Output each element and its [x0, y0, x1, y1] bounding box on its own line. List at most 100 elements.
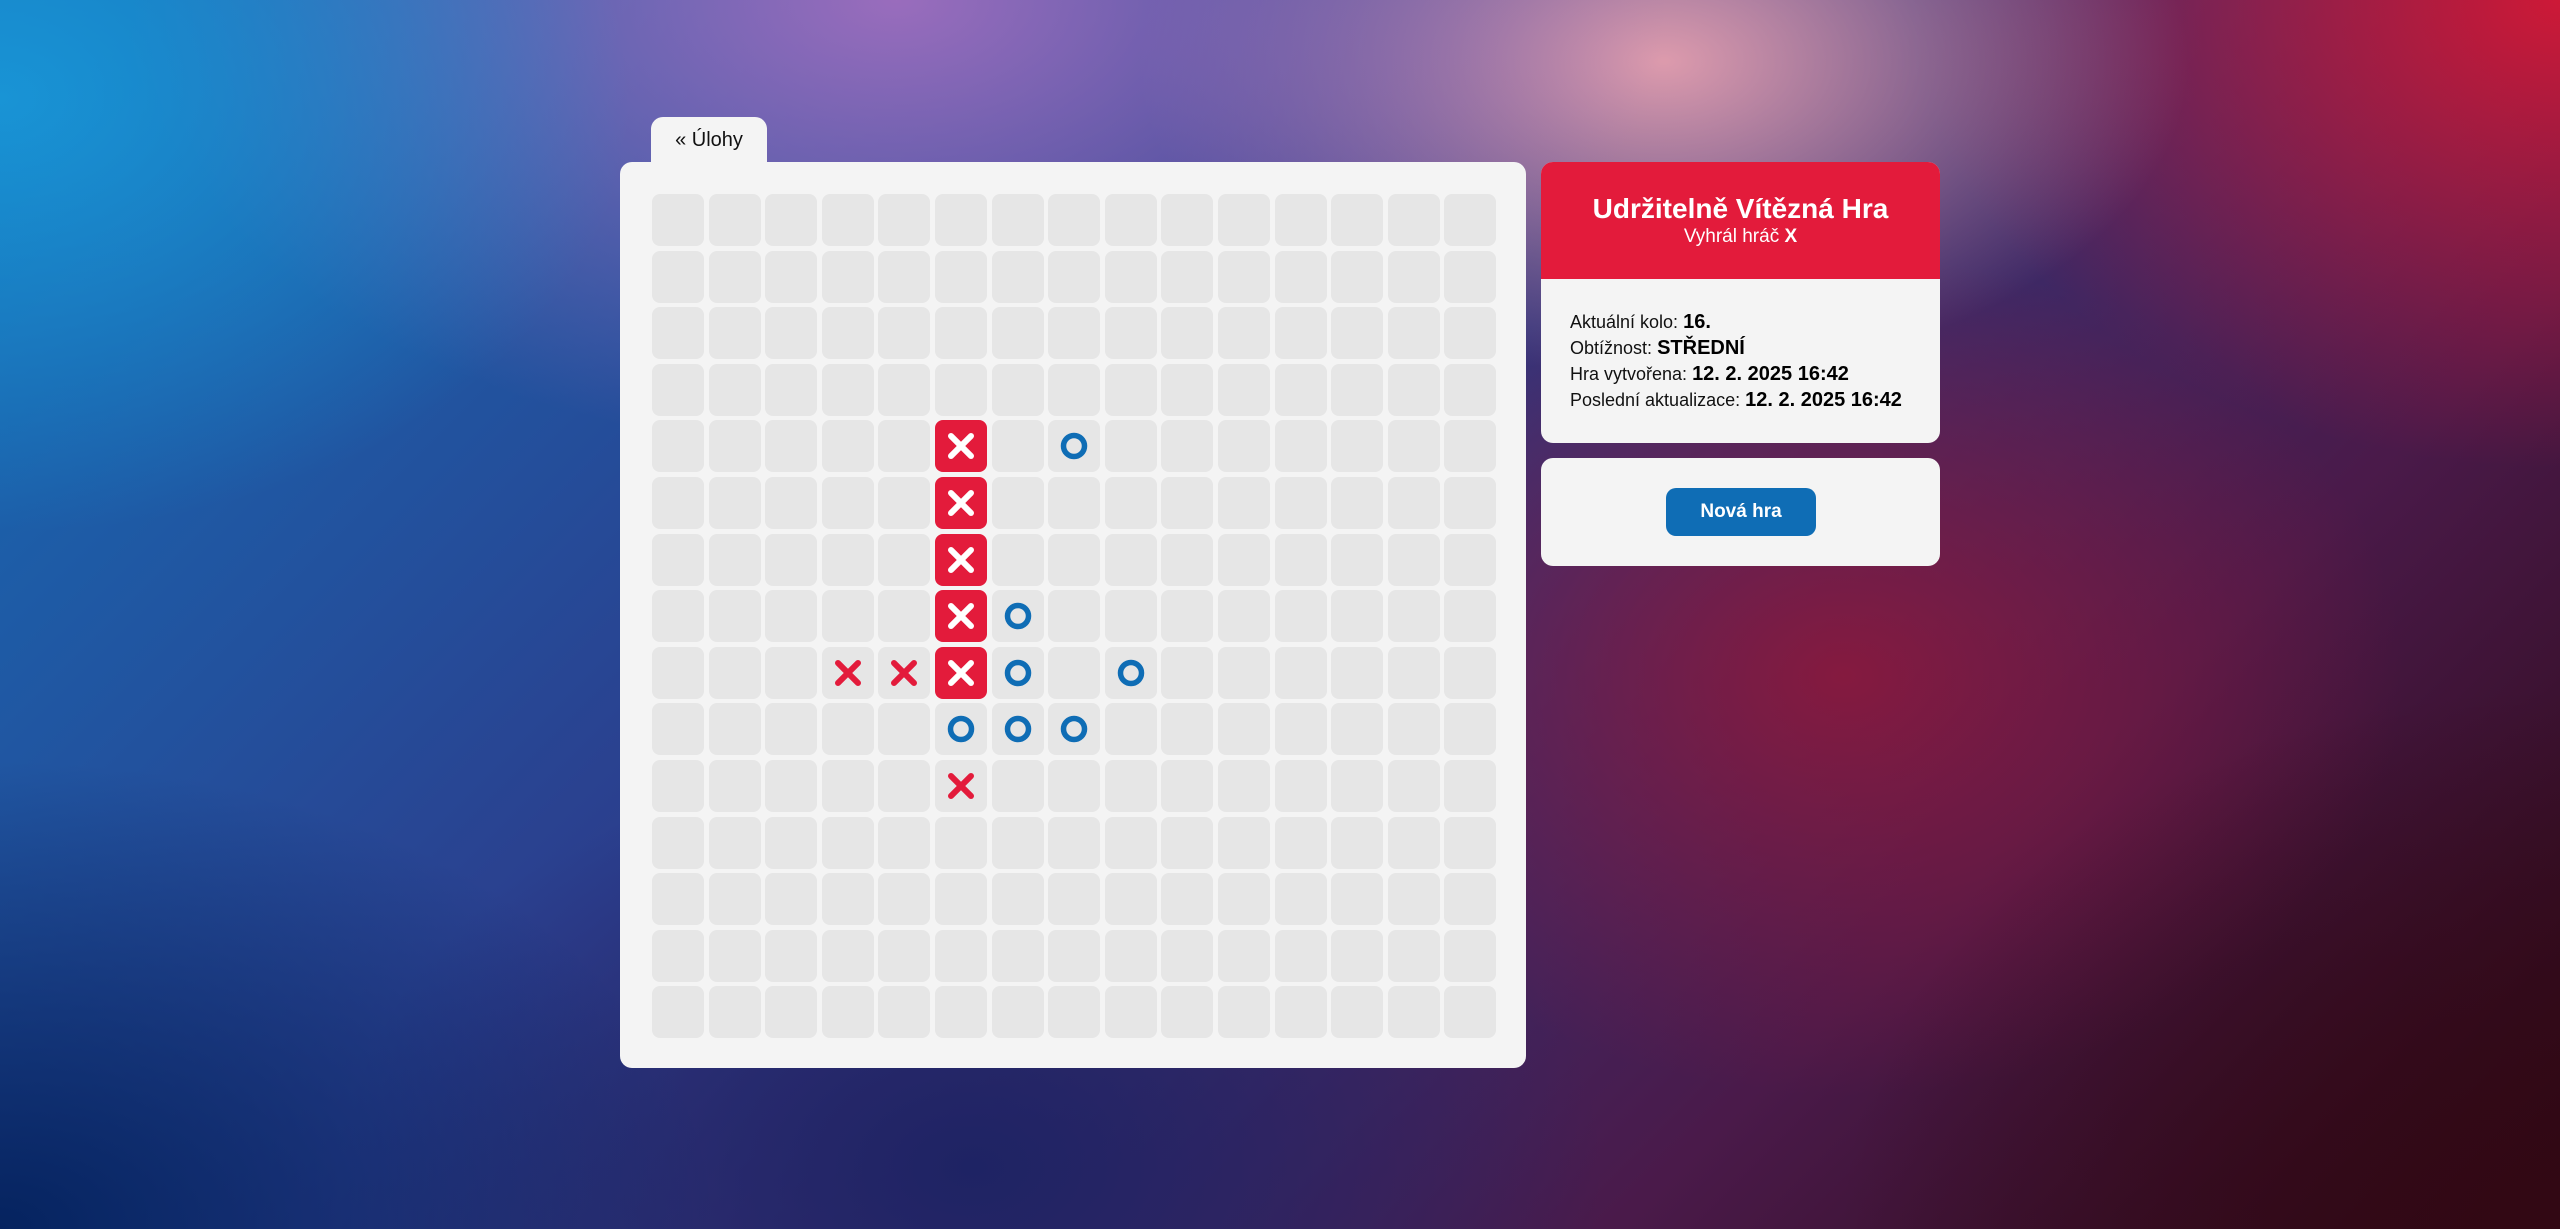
board-cell[interactable]: [1444, 420, 1496, 472]
board-cell[interactable]: [1444, 986, 1496, 1038]
board-cell[interactable]: [1218, 251, 1270, 303]
board-cell[interactable]: [1444, 251, 1496, 303]
board-cell[interactable]: [652, 873, 704, 925]
board-cell[interactable]: [1388, 930, 1440, 982]
board-cell[interactable]: [1275, 986, 1327, 1038]
board-cell[interactable]: [1275, 420, 1327, 472]
board-cell[interactable]: [1048, 873, 1100, 925]
board-cell[interactable]: [1105, 420, 1157, 472]
board-cell[interactable]: [652, 307, 704, 359]
board-cell[interactable]: [1444, 703, 1496, 755]
board-cell[interactable]: [1388, 986, 1440, 1038]
board-cell[interactable]: [1161, 817, 1213, 869]
board-cell[interactable]: [1388, 364, 1440, 416]
board-cell[interactable]: [935, 760, 987, 812]
back-to-tasks-tab[interactable]: « Úlohy: [651, 117, 767, 163]
board-cell[interactable]: [1218, 477, 1270, 529]
board-cell[interactable]: [1331, 817, 1383, 869]
board-cell[interactable]: [1161, 420, 1213, 472]
board-cell[interactable]: [1388, 703, 1440, 755]
board-cell[interactable]: [1275, 930, 1327, 982]
board-cell[interactable]: [709, 930, 761, 982]
board-cell[interactable]: [1048, 194, 1100, 246]
board-cell[interactable]: [935, 194, 987, 246]
board-cell[interactable]: [992, 420, 1044, 472]
board-cell[interactable]: [1105, 986, 1157, 1038]
board-cell[interactable]: [1048, 251, 1100, 303]
board-cell[interactable]: [1388, 307, 1440, 359]
board-cell[interactable]: [1388, 420, 1440, 472]
board-cell[interactable]: [709, 873, 761, 925]
board-cell[interactable]: [765, 251, 817, 303]
board-cell[interactable]: [878, 307, 930, 359]
board-cell[interactable]: [1105, 194, 1157, 246]
board-cell[interactable]: [1161, 590, 1213, 642]
board-cell[interactable]: [652, 477, 704, 529]
board-cell[interactable]: [1444, 760, 1496, 812]
board-cell[interactable]: [992, 251, 1044, 303]
board-cell[interactable]: [1388, 760, 1440, 812]
board-cell[interactable]: [935, 817, 987, 869]
board-cell[interactable]: [1275, 703, 1327, 755]
board-cell[interactable]: [1048, 420, 1100, 472]
board-cell[interactable]: [878, 251, 930, 303]
board-cell[interactable]: [652, 760, 704, 812]
board-cell[interactable]: [1331, 760, 1383, 812]
board-cell[interactable]: [1388, 534, 1440, 586]
board-cell[interactable]: [992, 307, 1044, 359]
board-cell[interactable]: [765, 760, 817, 812]
board-cell[interactable]: [709, 647, 761, 699]
board-cell[interactable]: [652, 590, 704, 642]
board-cell[interactable]: [1218, 534, 1270, 586]
board-cell[interactable]: [1275, 194, 1327, 246]
board-cell[interactable]: [1218, 873, 1270, 925]
board-cell[interactable]: [935, 930, 987, 982]
board-cell[interactable]: [1275, 647, 1327, 699]
board-cell[interactable]: [822, 534, 874, 586]
board-cell[interactable]: [822, 307, 874, 359]
board-cell[interactable]: [822, 364, 874, 416]
board-cell[interactable]: [1218, 986, 1270, 1038]
board-cell[interactable]: [1161, 194, 1213, 246]
board-cell[interactable]: [822, 930, 874, 982]
board-cell[interactable]: [765, 307, 817, 359]
board-cell[interactable]: [1444, 364, 1496, 416]
board-cell[interactable]: [1218, 590, 1270, 642]
board-cell[interactable]: [1105, 760, 1157, 812]
board-cell[interactable]: [1444, 477, 1496, 529]
board-cell[interactable]: [992, 986, 1044, 1038]
board-cell[interactable]: [1048, 703, 1100, 755]
board-cell[interactable]: [1444, 647, 1496, 699]
board-cell[interactable]: [1105, 817, 1157, 869]
board-cell[interactable]: [709, 477, 761, 529]
board-cell[interactable]: [652, 986, 704, 1038]
board-cell[interactable]: [652, 194, 704, 246]
board-cell[interactable]: [878, 817, 930, 869]
board-cell[interactable]: [935, 590, 987, 642]
board-cell[interactable]: [1331, 477, 1383, 529]
board-cell[interactable]: [765, 420, 817, 472]
board-cell[interactable]: [1161, 873, 1213, 925]
board-cell[interactable]: [1105, 647, 1157, 699]
board-cell[interactable]: [709, 251, 761, 303]
board-cell[interactable]: [992, 703, 1044, 755]
board-cell[interactable]: [652, 647, 704, 699]
board-cell[interactable]: [1444, 817, 1496, 869]
board-cell[interactable]: [1331, 873, 1383, 925]
board-cell[interactable]: [765, 703, 817, 755]
board-cell[interactable]: [1218, 703, 1270, 755]
board-cell[interactable]: [1048, 817, 1100, 869]
board-cell[interactable]: [1105, 251, 1157, 303]
board-cell[interactable]: [709, 364, 761, 416]
board-cell[interactable]: [878, 873, 930, 925]
board-cell[interactable]: [709, 194, 761, 246]
board-cell[interactable]: [822, 703, 874, 755]
board-cell[interactable]: [935, 251, 987, 303]
board-cell[interactable]: [1275, 817, 1327, 869]
board-cell[interactable]: [709, 420, 761, 472]
board-cell[interactable]: [822, 986, 874, 1038]
board-cell[interactable]: [765, 477, 817, 529]
board-cell[interactable]: [1331, 703, 1383, 755]
board-cell[interactable]: [935, 307, 987, 359]
new-game-button[interactable]: Nová hra: [1666, 488, 1816, 536]
